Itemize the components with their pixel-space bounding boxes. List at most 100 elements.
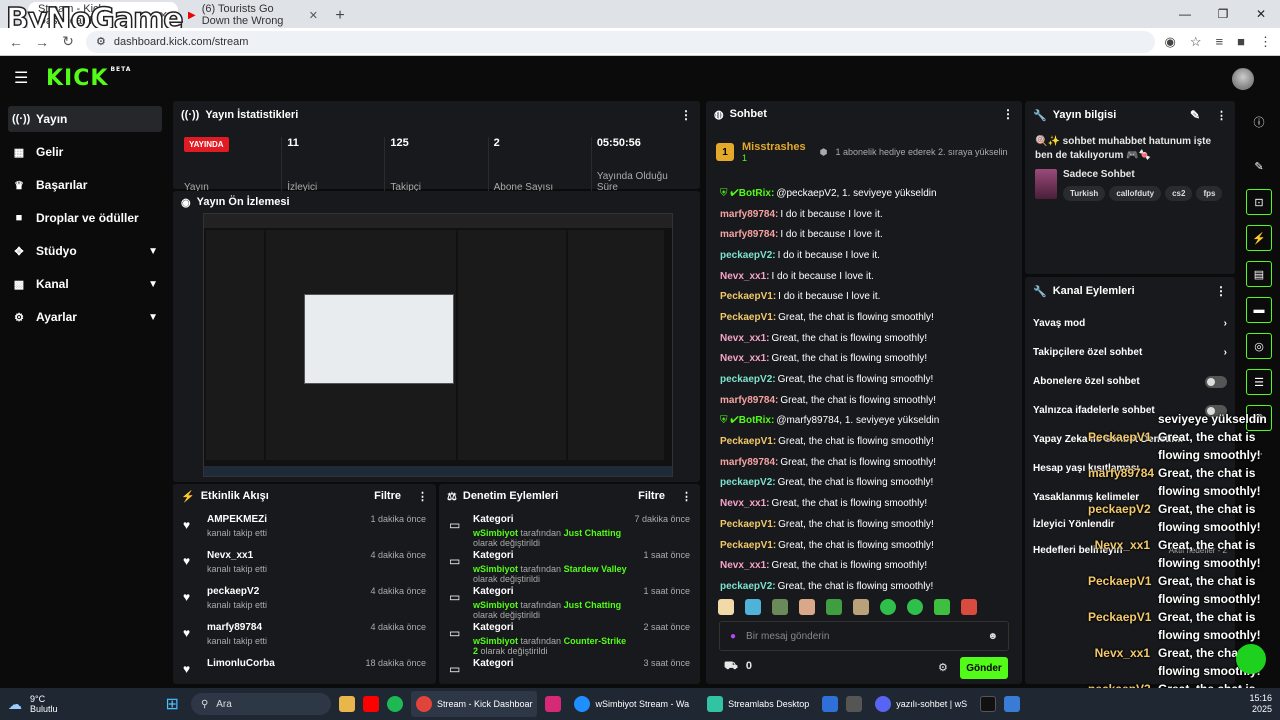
kick-logo[interactable]: KICK BETA (46, 66, 131, 91)
more-options-icon[interactable]: ⋮ (1215, 284, 1227, 298)
tiktok-icon[interactable] (980, 696, 997, 712)
chat-username[interactable]: BotRix: (739, 415, 775, 426)
browser-tab-youtube[interactable]: ▶ (6) Tourists Go Down the Wrong ✕ (178, 2, 328, 28)
chat-username[interactable]: peckaepV2: (720, 581, 776, 591)
category-thumbnail[interactable] (1035, 169, 1057, 199)
taskbar-app-edge[interactable]: wSimbiyot Stream - Wa (569, 691, 694, 717)
chat-username[interactable]: Nevx_xx1: (720, 560, 769, 571)
more-options-icon[interactable]: ⋮ (680, 108, 692, 122)
subscribers-only-toggle[interactable] (1205, 375, 1227, 388)
chat-username[interactable]: BotRix: (739, 188, 775, 199)
activity-name[interactable]: AMPEKMEZi (207, 514, 360, 525)
chat-username[interactable]: marfy89784: (720, 395, 778, 406)
followers-only-row[interactable]: Takipçilere özel sohbet › (1025, 338, 1235, 367)
info-icon[interactable]: ⓘ (1246, 109, 1272, 135)
emote-angry-icon[interactable] (961, 599, 977, 615)
pinned-username[interactable]: Misstrashes (742, 141, 806, 153)
chat-username[interactable]: PeckaepV1: (720, 312, 776, 323)
mod-category[interactable]: Stardew Valley (564, 564, 627, 574)
emote-cup-icon[interactable] (934, 599, 950, 615)
tag[interactable]: Turkish (1063, 186, 1106, 201)
chat-input[interactable]: ● Bir mesaj gönderin ☻ (719, 621, 1009, 651)
instagram-icon[interactable] (545, 696, 562, 712)
chat-username[interactable]: Nevx_xx1: (720, 333, 769, 344)
lightning-icon[interactable]: ⚡ (1246, 225, 1272, 251)
clock[interactable]: 15:16 2025 (1249, 693, 1272, 715)
activity-name[interactable]: peckaepV2 (207, 586, 360, 597)
activity-name[interactable]: LimonluCorba (207, 658, 355, 669)
cursor-icon[interactable] (1004, 696, 1021, 712)
chat-username[interactable]: PeckaepV1: (720, 291, 776, 302)
forward-icon[interactable]: → (34, 34, 50, 50)
focus-icon[interactable]: ⊡ (1246, 189, 1272, 215)
url-input[interactable]: ⚙ dashboard.kick.com/stream (86, 30, 1155, 53)
taskbar-app-discord[interactable]: yazılı-sohbet | wS (870, 691, 972, 717)
emote-face-icon[interactable] (718, 599, 734, 615)
emote-cat-icon[interactable] (799, 599, 815, 615)
slow-mode-row[interactable]: Yavaş mod › (1025, 309, 1235, 338)
category-name[interactable]: Sadece Sohbet (1063, 169, 1222, 180)
emote-green-icon[interactable] (880, 599, 896, 615)
sidebar-item-gelir[interactable]: ▦ Gelir (8, 139, 162, 165)
emoji-icon[interactable]: ☻ (987, 631, 998, 642)
close-window-icon[interactable]: ✕ (1242, 0, 1280, 28)
sidebar-item-droplar[interactable]: ■ Droplar ve ödüller (8, 205, 162, 231)
extension-icon[interactable]: ■ (1237, 34, 1245, 50)
sidebar-item-kanal[interactable]: ▩ Kanal ▼ (8, 271, 162, 297)
chat-username[interactable]: PeckaepV1: (720, 436, 776, 447)
send-button[interactable]: Gönder (960, 657, 1008, 679)
pencil-icon[interactable]: ✎ (1246, 153, 1272, 179)
taskbar-search[interactable]: ⚲ Ara (190, 693, 331, 715)
sidebar-item-basarilar[interactable]: ♛ Başarılar (8, 172, 162, 198)
stream-preview-video[interactable] (203, 213, 673, 477)
youtube-icon[interactable] (362, 696, 379, 712)
chat-bubble-icon[interactable]: ▬ (1246, 297, 1272, 323)
filter-button[interactable]: Filtre (374, 490, 401, 502)
points-icon[interactable]: ⛟ (724, 660, 738, 674)
close-tab-icon[interactable]: ✕ (309, 9, 318, 22)
chat-username[interactable]: marfy89784: (720, 457, 778, 468)
chat-username[interactable]: PeckaepV1: (720, 540, 776, 551)
document-icon[interactable]: ▤ (1246, 261, 1272, 287)
chat-username[interactable]: peckaepV2: (720, 477, 776, 488)
more-options-icon[interactable]: ⋮ (1216, 109, 1227, 122)
site-info-icon[interactable]: ⚙ (96, 35, 106, 48)
xbox-icon[interactable] (846, 696, 863, 712)
chat-username[interactable]: Nevx_xx1: (720, 353, 769, 364)
weather-widget[interactable]: 9°C Bulutlu (30, 694, 58, 714)
chat-username[interactable]: marfy89784: (720, 209, 778, 220)
activity-name[interactable]: marfy89784 (207, 622, 360, 633)
emote-creature-icon[interactable] (745, 599, 761, 615)
outlook-icon[interactable] (822, 696, 839, 712)
eye-off-icon[interactable]: ◉ (1165, 34, 1176, 50)
emote-frog-icon[interactable] (826, 599, 842, 615)
spotify-icon[interactable] (386, 696, 403, 712)
tag[interactable]: callofduty (1109, 186, 1162, 201)
chat-username[interactable]: Nevx_xx1: (720, 498, 769, 509)
reload-icon[interactable]: ↻ (60, 33, 76, 50)
tag[interactable]: fps (1196, 186, 1223, 201)
maximize-icon[interactable]: ❐ (1204, 0, 1242, 28)
mod-user[interactable]: wSimbiyot (473, 564, 518, 574)
chat-username[interactable]: marfy89784: (720, 229, 778, 240)
sidebar-item-yayin[interactable]: ((·)) Yayın (8, 106, 162, 132)
sidebar-item-studyo[interactable]: ✥ Stüdyo ▼ (8, 238, 162, 264)
more-options-icon[interactable]: ⋮ (681, 490, 692, 503)
mod-category[interactable]: Just Chatting (564, 528, 622, 538)
chat-username[interactable]: Nevx_xx1: (720, 271, 769, 282)
more-options-icon[interactable]: ⋮ (417, 490, 428, 503)
filter-button[interactable]: Filtre (638, 490, 665, 502)
file-explorer-icon[interactable] (338, 696, 355, 712)
chat-username[interactable]: PeckaepV1: (720, 519, 776, 530)
broadcast-icon[interactable]: ◎ (1246, 333, 1272, 359)
chat-username[interactable]: peckaepV2: (720, 374, 776, 385)
windows-start-icon[interactable]: ⊞ (166, 694, 179, 714)
chat-username[interactable]: peckaepV2: (720, 250, 776, 261)
emote-turtle-icon[interactable] (772, 599, 788, 615)
chat-settings-icon[interactable]: ⚙ (938, 661, 948, 674)
mod-user[interactable]: wSimbiyot (473, 636, 518, 646)
sidebar-item-ayarlar[interactable]: ⚙ Ayarlar ▼ (8, 304, 162, 330)
microphone-icon[interactable]: ● (730, 631, 736, 642)
taskbar-app-chrome[interactable]: Stream - Kick Dashboar (410, 691, 538, 717)
minimize-icon[interactable]: — (1166, 0, 1204, 28)
